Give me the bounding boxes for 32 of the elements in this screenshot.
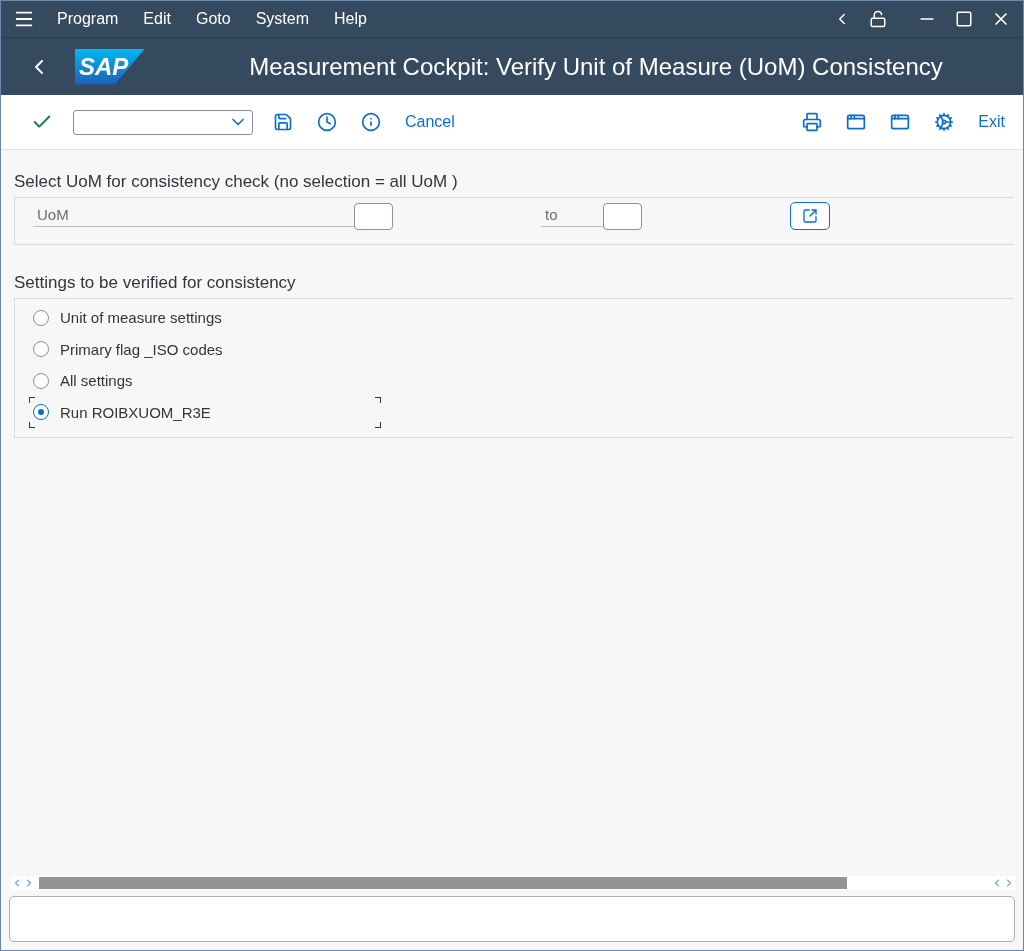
window-title: Measurement Cockpit: Verify Unit of Measure (UoM) Consistency — [248, 52, 944, 81]
arrow-out-of-square-icon — [802, 208, 818, 224]
input-field[interactable] — [354, 202, 393, 230]
padlock-icon[interactable] — [869, 10, 887, 28]
focus-corner — [375, 396, 381, 403]
maximize-icon[interactable] — [955, 10, 973, 28]
multiple-selection-button[interactable] — [790, 202, 830, 230]
scrollbar-thumb[interactable] — [39, 877, 847, 889]
menu-item[interactable]: Help — [333, 10, 367, 28]
logo: SAP — [75, 48, 145, 85]
option-label: Primary flag _ISO codes — [60, 340, 223, 358]
focus-corner — [29, 422, 35, 428]
focus-corner — [375, 422, 381, 428]
field-label: UoM — [33, 205, 354, 227]
input-field[interactable] — [603, 202, 642, 230]
exit-button[interactable]: Exit — [974, 109, 1009, 135]
menu-item[interactable]: Program — [57, 10, 119, 28]
menu-item[interactable]: Edit — [143, 10, 171, 28]
group-title: Settings to be verified for consistency — [14, 273, 297, 293]
focus-corner — [29, 396, 35, 403]
command-field[interactable] — [73, 109, 253, 135]
radio-button[interactable] — [33, 341, 49, 358]
radio-button[interactable] — [33, 404, 49, 421]
option-label: Unit of measure settings — [60, 309, 222, 327]
option-label: Run ROIBXUOM_R3E — [60, 403, 211, 421]
radio-button[interactable] — [33, 372, 49, 389]
menu-item[interactable]: Goto — [195, 10, 231, 28]
radio-button[interactable] — [33, 309, 49, 326]
menu-item[interactable]: System — [255, 10, 309, 28]
cancel-button[interactable]: Cancel — [401, 109, 459, 135]
group-title: Select UoM for consistency check (no selection = all UoM ) — [14, 172, 459, 192]
option-label: All settings — [60, 372, 133, 390]
